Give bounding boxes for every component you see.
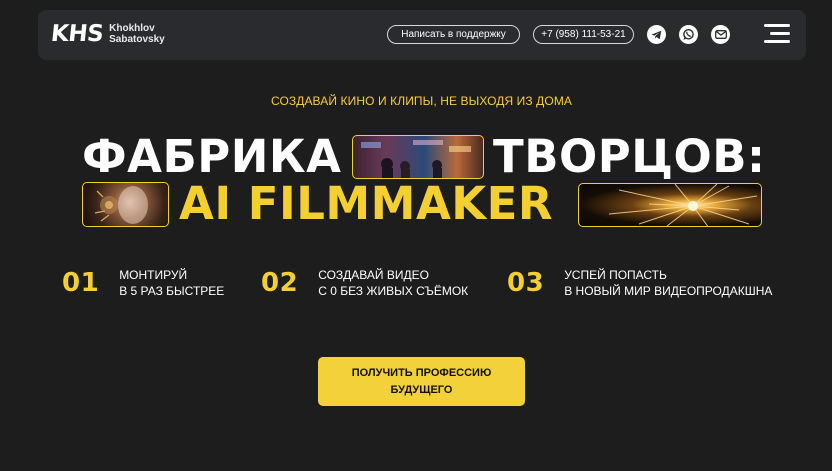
hero-tagline: СОЗДАВАЙ КИНО И КЛИПЫ, НЕ ВЫХОДЯ ИЗ ДОМА (270, 94, 573, 108)
feature-text: МОНТИРУЙ В 5 РАЗ БЫСТРЕЕ (119, 267, 224, 299)
support-button[interactable]: Написать в поддержку (387, 25, 520, 44)
whatsapp-icon[interactable] (679, 25, 698, 44)
feature-line2: В НОВЫЙ МИР ВИДЕОПРОДАКШНА (564, 284, 773, 298)
cta-line1: ПОЛУЧИТЬ ПРОФЕССИЮ (351, 366, 492, 379)
burger-bar (770, 32, 790, 35)
logo-mark: KHS (49, 21, 105, 47)
hero-title-line2: AI FILMMAKER (179, 177, 554, 230)
feature-text: СОЗДАВАЙ ВИДЕО С 0 БЕЗ ЖИВЫХ СЪЁМОК (318, 267, 468, 299)
hero-title-word1: ФАБРИКА (82, 130, 342, 183)
hero-image-sparks (578, 183, 762, 227)
burger-bar (764, 24, 790, 27)
cta-line2: БУДУЩЕГО (390, 383, 453, 396)
feature-item: 02 СОЗДАВАЙ ВИДЕО С 0 БЕЗ ЖИВЫХ СЪЁМОК (261, 267, 468, 299)
feature-item: 03 УСПЕЙ ПОПАСТЬ В НОВЫЙ МИР ВИДЕОПРОДАК… (507, 267, 772, 299)
header-bar: KHS Khokhlov Sabatovsky Написать в подде… (38, 10, 806, 60)
feature-number: 02 (261, 268, 299, 298)
logo-name: Khokhlov Sabatovsky (109, 23, 165, 45)
burger-menu-icon[interactable] (764, 23, 790, 45)
hero-title-word2: ТВОРЦОВ: (493, 130, 766, 183)
mail-icon[interactable] (711, 25, 730, 44)
feature-text: УСПЕЙ ПОПАСТЬ В НОВЫЙ МИР ВИДЕОПРОДАКШНА (564, 267, 772, 299)
logo[interactable]: KHS Khokhlov Sabatovsky (49, 21, 165, 47)
feature-line1: СОЗДАВАЙ ВИДЕО (318, 268, 429, 282)
logo-name-line1: Khokhlov (109, 23, 155, 34)
logo-name-line2: Sabatovsky (109, 34, 165, 45)
page: KHS Khokhlov Sabatovsky Написать в подде… (0, 0, 832, 471)
hero-image-robot-face (82, 182, 169, 227)
feature-line1: МОНТИРУЙ (119, 268, 188, 282)
phone-button[interactable]: +7 (958) 111-53-21 (533, 25, 634, 44)
feature-line1: УСПЕЙ ПОПАСТЬ (564, 268, 667, 282)
feature-number: 01 (62, 268, 100, 298)
feature-item: 01 МОНТИРУЙ В 5 РАЗ БЫСТРЕЕ (62, 267, 224, 299)
feature-line2: В 5 РАЗ БЫСТРЕЕ (119, 284, 225, 298)
feature-number: 03 (507, 268, 545, 298)
feature-line2: С 0 БЕЗ ЖИВЫХ СЪЁМОК (318, 284, 469, 298)
get-profession-button[interactable]: ПОЛУЧИТЬ ПРОФЕССИЮ БУДУЩЕГО (318, 357, 525, 406)
hero-image-concert (352, 135, 484, 179)
telegram-icon[interactable] (647, 25, 666, 44)
burger-bar (764, 40, 790, 43)
